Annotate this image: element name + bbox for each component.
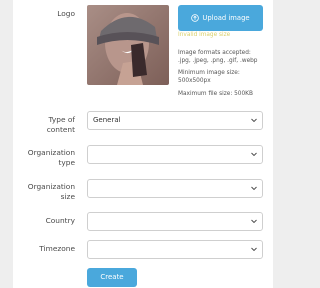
country-label: Country	[45, 216, 75, 225]
chevron-down-icon	[251, 247, 257, 252]
timezone-label: Timezone	[39, 244, 75, 253]
min-size-hint: Minimum image size:	[178, 70, 240, 76]
image-format-hint: Image formats accepted:	[178, 50, 251, 56]
chevron-down-icon	[251, 152, 257, 157]
create-button[interactable]: Create	[87, 268, 137, 287]
logo-label: Logo	[57, 9, 75, 18]
type-of-content-value: General	[93, 116, 121, 124]
timezone-select[interactable]	[87, 240, 263, 259]
organization-type-label: Organization type	[27, 148, 75, 167]
chevron-down-icon	[251, 186, 257, 191]
max-file-size-hint: Maximum file size: 500KB	[178, 91, 253, 97]
logo-preview-image	[87, 5, 169, 85]
chevron-down-icon	[251, 219, 257, 224]
upload-image-button[interactable]: Upload image	[178, 5, 263, 31]
chevron-down-icon	[251, 118, 257, 123]
organization-type-select[interactable]	[87, 145, 263, 164]
country-select[interactable]	[87, 212, 263, 231]
upload-icon	[191, 14, 200, 22]
invalid-image-size-message: Invalid image size	[178, 32, 231, 38]
type-of-content-select[interactable]: General	[87, 111, 263, 130]
organization-size-label: Organization size	[27, 182, 75, 201]
organization-size-select[interactable]	[87, 179, 263, 198]
min-size-value: 500x500px	[178, 78, 211, 84]
type-of-content-label: Type of content	[46, 115, 75, 134]
image-format-list: .jpg, .jpeg, .png, .gif, .webp	[178, 58, 258, 64]
upload-image-label: Upload image	[202, 14, 250, 22]
